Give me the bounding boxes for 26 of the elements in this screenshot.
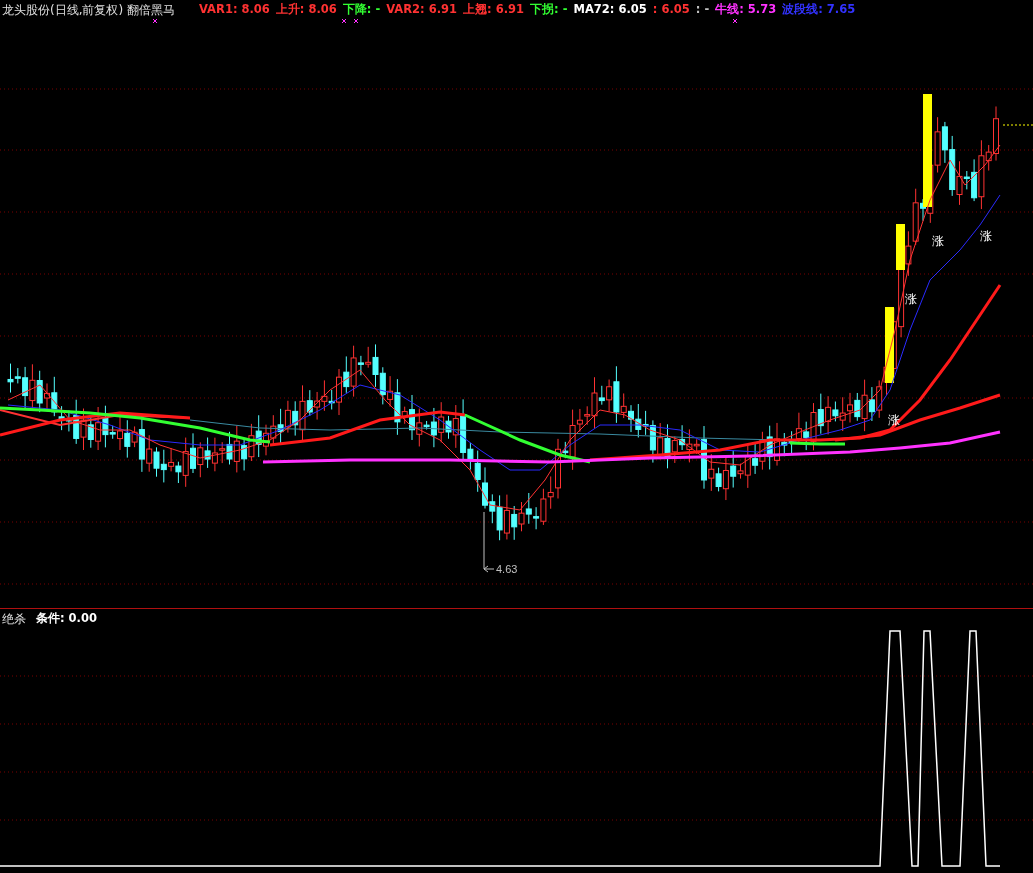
signal-label: 涨 [980,229,992,243]
cross-icon [152,18,158,24]
indicator-value: 上升: 8.06 [275,2,337,18]
indicator-value: 牛线: 5.73 [715,2,777,18]
indicator-value: 下拐: - [530,2,568,18]
signal-label: 涨 [905,292,917,306]
indicator-value: : 6.05 [652,2,690,18]
chart-title: 龙头股份(日线,前复权) 翻倍黑马 [2,2,175,19]
indicator-value: VAR1: 8.06 [199,2,270,18]
indicator-value: 波段线: 7.65 [782,2,856,18]
indicator-value: MA72: 6.05 [573,2,647,18]
indicator-value: : - [695,2,710,18]
panel-title: 绝杀 [2,611,26,628]
price-label: 4.63 [496,563,518,575]
indicator-value: 上翘: 6.91 [463,2,525,18]
cross-icon [353,18,359,24]
cross-icon [732,18,738,24]
signal-label: 涨 [932,234,944,248]
signal-label: 涨 [888,413,900,427]
indicator-value: VAR2: 6.91 [386,2,458,18]
signal-bar [896,224,905,270]
cross-icon [341,18,347,24]
price-line [1002,124,1033,126]
leader-line [483,511,495,573]
indicator-value: 下降: - [342,2,381,18]
indicator-value: 条件: 0.00 [36,611,97,627]
